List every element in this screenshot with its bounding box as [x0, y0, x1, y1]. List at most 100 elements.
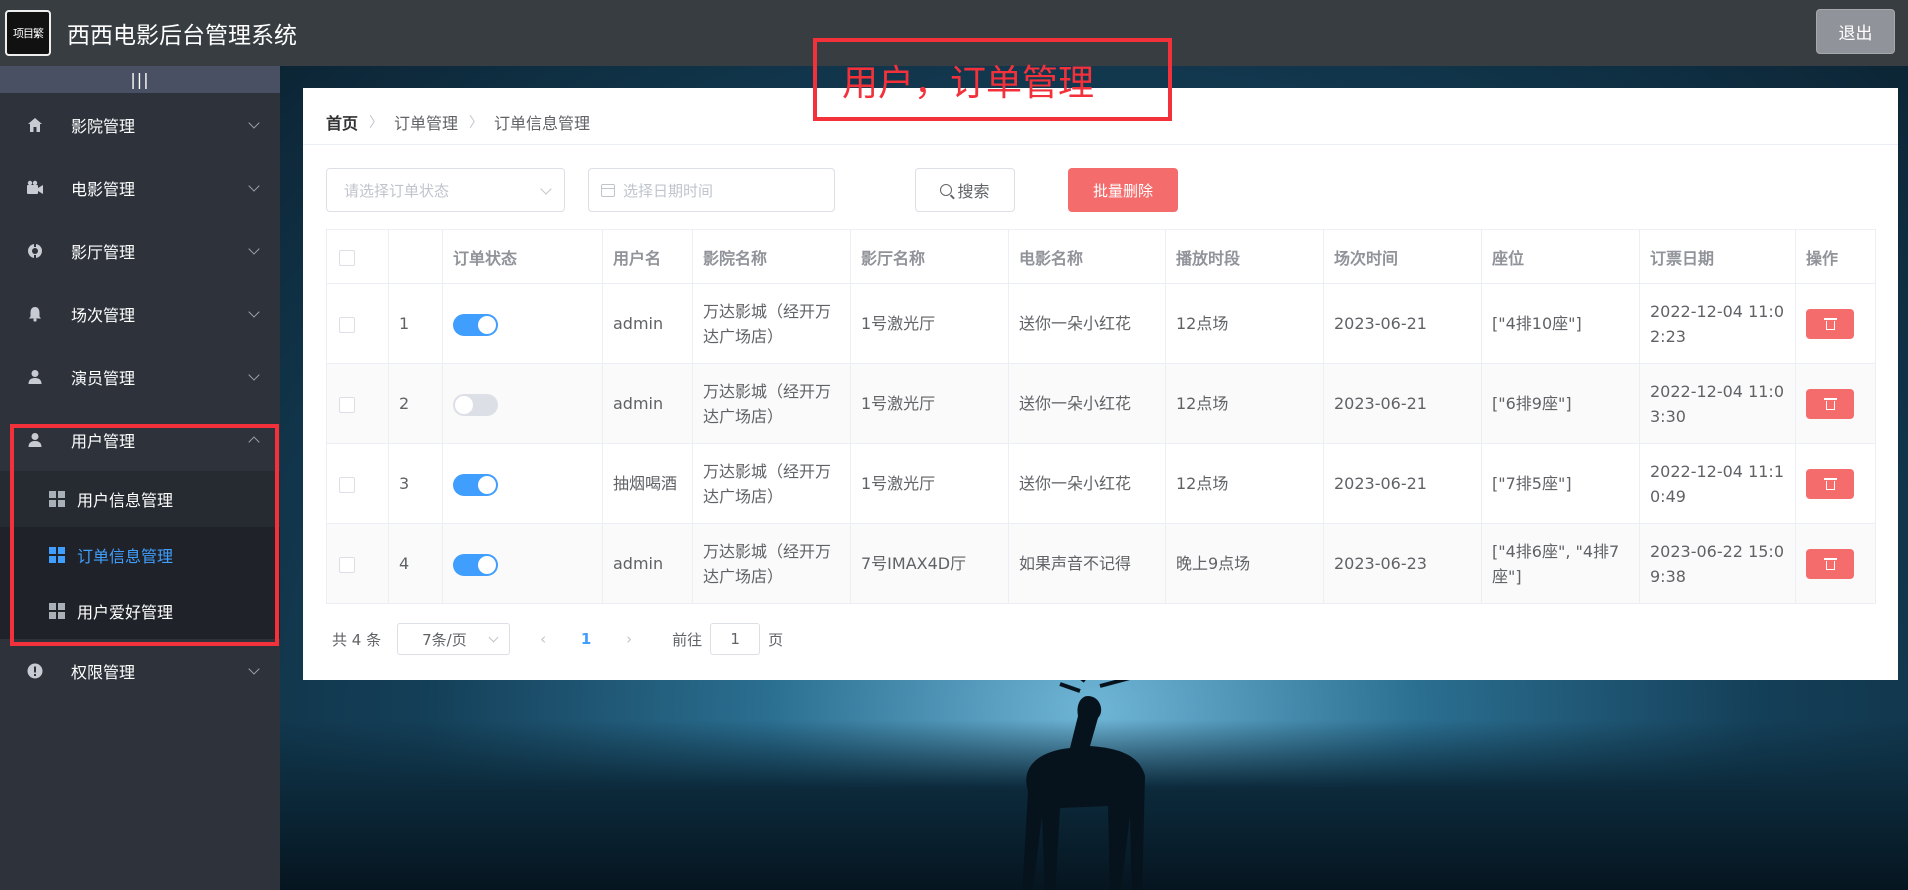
sidebar-item-label: 场次管理: [71, 305, 136, 325]
header-actions: 操作: [1795, 229, 1876, 284]
cell-period: 晚上9点场: [1165, 523, 1324, 604]
cell-seat: ["4排6座", "4排7座"]: [1481, 523, 1640, 604]
cell-username: admin: [602, 523, 693, 604]
table-row: 2 admin 万达影城（经开万达广场店） 1号激光厅 送你一朵小红花 12点场…: [326, 363, 1876, 444]
cell-seat: ["4排10座"]: [1481, 283, 1640, 364]
sidebar-item-label: 演员管理: [71, 368, 136, 388]
table-row: 3 抽烟喝酒 万达影城（经开万达广场店） 1号激光厅 送你一朵小红花 12点场 …: [326, 443, 1876, 524]
breadcrumb: 首页 〉 订单管理 〉 订单信息管理: [326, 110, 590, 134]
page-number-current[interactable]: 1: [571, 624, 601, 654]
breadcrumb-home[interactable]: 首页: [326, 110, 358, 134]
order-status-select[interactable]: 请选择订单状态: [326, 168, 565, 212]
divider: [303, 144, 1898, 145]
user-icon: [25, 430, 45, 450]
sidebar: ||| 影院管理 电影管理 影厅管理 场次管理 演员管理 用户管理 用户信息管理…: [0, 66, 280, 890]
chevron-down-icon: [248, 179, 260, 192]
trash-icon: [1823, 397, 1837, 410]
sidebar-item-user[interactable]: 用户管理: [0, 408, 280, 471]
row-checkbox[interactable]: [339, 316, 355, 333]
chevron-down-icon: [488, 632, 499, 643]
cell-hall: 7号IMAX4D厅: [850, 523, 1009, 604]
header-username: 用户名: [602, 229, 693, 284]
sidebar-item-hall[interactable]: 影厅管理: [0, 219, 280, 282]
cell-hall: 1号激光厅: [850, 443, 1009, 524]
calendar-icon: [601, 183, 615, 197]
chevron-down-icon: [248, 116, 260, 129]
chevron-right-icon: 〉: [369, 115, 384, 131]
row-checkbox[interactable]: [339, 396, 355, 413]
cell-seat: ["7排5座"]: [1481, 443, 1640, 524]
chevron-right-icon: 〉: [469, 115, 484, 131]
cell-hall: 1号激光厅: [850, 363, 1009, 444]
cell-movie: 送你一朵小红花: [1008, 283, 1166, 364]
sidebar-item-session[interactable]: 场次管理: [0, 282, 280, 345]
cell-order-date: 2022-12-04 11:02:23: [1639, 283, 1796, 364]
header-status: 订单状态: [442, 229, 603, 284]
breadcrumb-order-info: 订单信息管理: [494, 114, 591, 133]
sidebar-collapse-toggle[interactable]: |||: [0, 66, 280, 93]
sidebar-subitem-label: 用户爱好管理: [77, 603, 174, 622]
next-page-button[interactable]: ›: [614, 624, 644, 654]
search-button[interactable]: 搜索: [915, 168, 1015, 212]
table-row: 4 admin 万达影城（经开万达广场店） 7号IMAX4D厅 如果声音不记得 …: [326, 523, 1876, 604]
cell-username: 抽烟喝酒: [602, 443, 693, 524]
cell-session-time: 2023-06-23: [1323, 523, 1482, 604]
header-hall: 影厅名称: [850, 229, 1009, 284]
order-status-switch[interactable]: [453, 313, 498, 336]
select-all-checkbox[interactable]: [339, 249, 355, 266]
sidebar-item-movie[interactable]: 电影管理: [0, 156, 280, 219]
row-checkbox[interactable]: [339, 476, 355, 493]
sidebar-item-label: 权限管理: [71, 662, 136, 682]
order-status-switch[interactable]: [453, 553, 498, 576]
user-submenu: 用户信息管理 订单信息管理 用户爱好管理: [0, 471, 280, 639]
row-delete-button[interactable]: [1806, 548, 1854, 579]
batch-delete-button[interactable]: 批量删除: [1068, 168, 1178, 212]
row-index: 4: [388, 523, 443, 604]
trash-icon: [1823, 477, 1837, 490]
deer-silhouette: [1022, 656, 1145, 890]
camera-icon: [25, 178, 45, 198]
grid-icon: [49, 491, 65, 507]
sidebar-subitem-user-info[interactable]: 用户信息管理: [0, 471, 280, 527]
goto-label: 前往: [672, 630, 703, 649]
order-status-switch[interactable]: [453, 393, 498, 416]
order-status-switch[interactable]: [453, 473, 498, 496]
search-icon: [940, 184, 953, 196]
sidebar-item-actor[interactable]: 演员管理: [0, 345, 280, 408]
trash-icon: [1823, 317, 1837, 330]
main-card: 首页 〉 订单管理 〉 订单信息管理 请选择订单状态 选择日期时间 搜索 批量删…: [303, 88, 1898, 680]
date-time-picker[interactable]: 选择日期时间: [588, 168, 835, 212]
sidebar-item-permission[interactable]: 权限管理: [0, 639, 280, 702]
sidebar-subitem-user-hobby[interactable]: 用户爱好管理: [0, 583, 280, 639]
sidebar-subitem-order-info[interactable]: 订单信息管理: [0, 527, 280, 583]
trash-icon: [1823, 557, 1837, 570]
row-delete-button[interactable]: [1806, 308, 1854, 339]
date-time-placeholder: 选择日期时间: [623, 181, 714, 200]
cell-cinema: 万达影城（经开万达广场店）: [692, 443, 851, 524]
page-size-value: 7条/页: [422, 630, 467, 649]
chevron-down-icon: [248, 662, 260, 675]
sidebar-item-cinema[interactable]: 影院管理: [0, 93, 280, 156]
prev-page-button[interactable]: ‹: [528, 624, 558, 654]
row-delete-button[interactable]: [1806, 388, 1854, 419]
cell-order-date: 2022-12-04 11:03:30: [1639, 363, 1796, 444]
compass-icon: [25, 241, 45, 261]
order-table: 订单状态 用户名 影院名称 影厅名称 电影名称 播放时段 场次时间 座位 订票日…: [326, 229, 1876, 604]
table-row: 1 admin 万达影城（经开万达广场店） 1号激光厅 送你一朵小红花 12点场…: [326, 283, 1876, 364]
annotation-title-box: 用户，订单管理: [813, 38, 1172, 121]
header-period: 播放时段: [1165, 229, 1324, 284]
cell-period: 12点场: [1165, 363, 1324, 444]
logout-button[interactable]: 退出: [1816, 9, 1895, 54]
chevron-down-icon: [248, 242, 260, 255]
row-delete-button[interactable]: [1806, 468, 1854, 499]
cell-period: 12点场: [1165, 443, 1324, 524]
row-checkbox[interactable]: [339, 556, 355, 573]
cell-movie: 如果声音不记得: [1008, 523, 1166, 604]
cell-movie: 送你一朵小红花: [1008, 363, 1166, 444]
header-movie: 电影名称: [1008, 229, 1166, 284]
cell-cinema: 万达影城（经开万达广场店）: [692, 363, 851, 444]
goto-page-input[interactable]: [710, 623, 761, 655]
cell-cinema: 万达影城（经开万达广场店）: [692, 523, 851, 604]
page-size-select[interactable]: 7条/页: [397, 623, 511, 655]
chevron-down-icon: [540, 183, 552, 195]
